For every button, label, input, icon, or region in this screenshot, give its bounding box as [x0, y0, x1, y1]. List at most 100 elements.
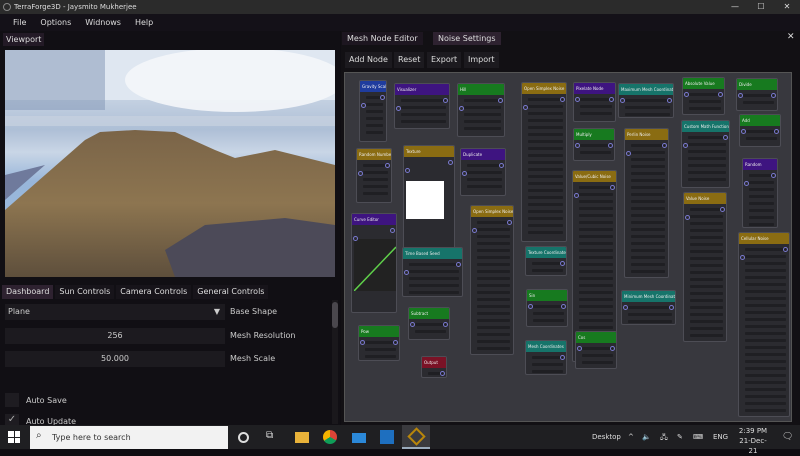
node-field[interactable] [579, 298, 613, 301]
node-field[interactable] [631, 151, 665, 154]
node-field[interactable] [743, 94, 774, 97]
node-field[interactable] [528, 175, 563, 178]
node-field[interactable] [366, 124, 383, 127]
node-field[interactable] [631, 144, 665, 147]
node-field[interactable] [528, 196, 563, 199]
output-pin[interactable] [771, 173, 776, 178]
node-field[interactable] [631, 235, 665, 238]
node-field[interactable] [631, 256, 665, 259]
node-field[interactable] [366, 131, 383, 134]
auto-save-checkbox[interactable] [5, 393, 19, 407]
input-pin[interactable] [577, 346, 582, 351]
node-field[interactable] [409, 284, 459, 287]
node-field[interactable] [365, 341, 396, 344]
node-sin[interactable]: Sin [526, 289, 568, 327]
node-field[interactable] [690, 334, 723, 337]
node-field[interactable] [745, 388, 786, 391]
node-field[interactable] [477, 277, 510, 280]
node-field[interactable] [401, 113, 446, 116]
node-field[interactable] [477, 270, 510, 273]
node-field[interactable] [467, 185, 502, 188]
node-value-noise[interactable]: Value Noise [683, 192, 727, 342]
node-field[interactable] [631, 193, 665, 196]
node-field[interactable] [690, 236, 723, 239]
node-field[interactable] [690, 264, 723, 267]
node-field[interactable] [579, 228, 613, 231]
node-field[interactable] [749, 202, 774, 205]
node-divide[interactable]: Divide [736, 78, 778, 111]
node-field[interactable] [580, 144, 611, 147]
node-field[interactable] [628, 313, 672, 316]
node-field[interactable] [688, 178, 726, 181]
node-field[interactable] [363, 192, 388, 195]
task-view-icon[interactable]: ⧉ [266, 430, 280, 444]
node-field[interactable] [749, 216, 774, 219]
node-open-simplex-noise[interactable]: Open Simplex Noise [470, 205, 514, 355]
node-field[interactable] [401, 120, 446, 123]
minimize-button[interactable]: — [722, 0, 748, 14]
tab-general-controls[interactable]: General Controls [193, 285, 269, 299]
node-field[interactable] [579, 214, 613, 217]
node-open-simplex-noise[interactable]: Open Simplex Noise [521, 82, 567, 242]
node-minimum-mesh-coordinates[interactable]: Minimum Mesh Coordinates [621, 290, 676, 325]
node-field[interactable] [477, 235, 510, 238]
input-pin[interactable] [462, 171, 467, 176]
node-texture-coordinates[interactable]: Texture Coordinates [525, 246, 567, 276]
output-pin[interactable] [498, 98, 503, 103]
node-field[interactable] [579, 193, 613, 196]
node-field[interactable] [533, 305, 564, 308]
close-editor-icon[interactable]: ✕ [787, 32, 795, 42]
node-field[interactable] [579, 312, 613, 315]
node-field[interactable] [690, 327, 723, 330]
curve-graph[interactable] [353, 239, 396, 292]
node-multiply[interactable]: Multiply [573, 128, 615, 161]
node-perlin-noise[interactable]: Perlin Noise [624, 128, 669, 278]
node-field[interactable] [409, 270, 459, 273]
network-icon[interactable]: 🖧 [660, 425, 668, 449]
node-field[interactable] [690, 271, 723, 274]
output-pin[interactable] [667, 98, 672, 103]
input-pin[interactable] [740, 255, 745, 260]
output-pin[interactable] [774, 129, 779, 134]
input-pin[interactable] [575, 143, 580, 148]
node-field[interactable] [579, 221, 613, 224]
desktop-toolbar[interactable]: Desktop [592, 425, 621, 449]
node-field[interactable] [528, 112, 563, 115]
node-field[interactable] [745, 346, 786, 349]
tab-camera-controls[interactable]: Camera Controls [116, 285, 192, 299]
node-field[interactable] [580, 151, 611, 154]
notifications-icon[interactable]: 🗨 [782, 425, 793, 449]
node-field[interactable] [532, 269, 563, 272]
node-field[interactable] [477, 312, 510, 315]
input-pin[interactable] [361, 103, 366, 108]
node-field[interactable] [631, 158, 665, 161]
chrome-icon[interactable] [323, 430, 337, 444]
node-field[interactable] [477, 305, 510, 308]
output-pin[interactable] [720, 207, 725, 212]
node-field[interactable] [580, 112, 612, 115]
output-pin[interactable] [610, 185, 615, 190]
node-field[interactable] [580, 105, 612, 108]
input-pin[interactable] [620, 98, 625, 103]
node-field[interactable] [477, 333, 510, 336]
node-field[interactable] [528, 203, 563, 206]
node-field[interactable] [579, 186, 613, 189]
node-field[interactable] [745, 332, 786, 335]
output-pin[interactable] [609, 97, 614, 102]
node-field[interactable] [528, 105, 563, 108]
node-field[interactable] [533, 319, 564, 322]
output-pin[interactable] [608, 143, 613, 148]
node-field[interactable] [690, 229, 723, 232]
node-field[interactable] [477, 263, 510, 266]
keyboard-icon[interactable]: ⌨ [693, 425, 703, 449]
node-field[interactable] [745, 283, 786, 286]
node-field[interactable] [582, 354, 613, 357]
output-pin[interactable] [440, 371, 445, 376]
node-field[interactable] [579, 270, 613, 273]
node-field[interactable] [528, 98, 563, 101]
node-field[interactable] [477, 326, 510, 329]
node-field[interactable] [528, 154, 563, 157]
mail-icon[interactable] [352, 433, 366, 443]
node-time-based-seed[interactable]: Time Based Seed [402, 247, 463, 297]
output-pin[interactable] [718, 92, 723, 97]
